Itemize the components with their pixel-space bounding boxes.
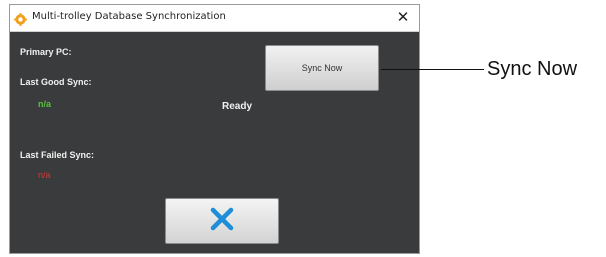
status-text: Ready	[222, 101, 253, 112]
close-x-icon	[209, 206, 235, 236]
sync-now-button[interactable]: Sync Now	[265, 45, 379, 91]
callout-line	[381, 69, 484, 70]
last-good-sync-value: n/a	[38, 99, 52, 109]
close-window-button[interactable]: ✕	[395, 8, 411, 26]
sync-now-button-label: Sync Now	[301, 63, 343, 73]
window-title: Multi-trolley Database Synchronization	[32, 11, 226, 22]
last-failed-sync-value: n/a	[38, 170, 51, 180]
title-bar: Multi-trolley Database Synchronization ✕	[10, 5, 419, 32]
cancel-button[interactable]	[165, 198, 279, 244]
last-good-sync-label: Last Good Sync:	[20, 77, 92, 87]
primary-pc-label: Primary PC:	[20, 47, 72, 57]
last-failed-sync-label: Last Failed Sync:	[20, 150, 95, 160]
callout-label: Sync Now	[487, 58, 578, 80]
gear-icon	[14, 11, 27, 26]
sync-dialog-window: Multi-trolley Database Synchronization ✕…	[9, 4, 420, 254]
